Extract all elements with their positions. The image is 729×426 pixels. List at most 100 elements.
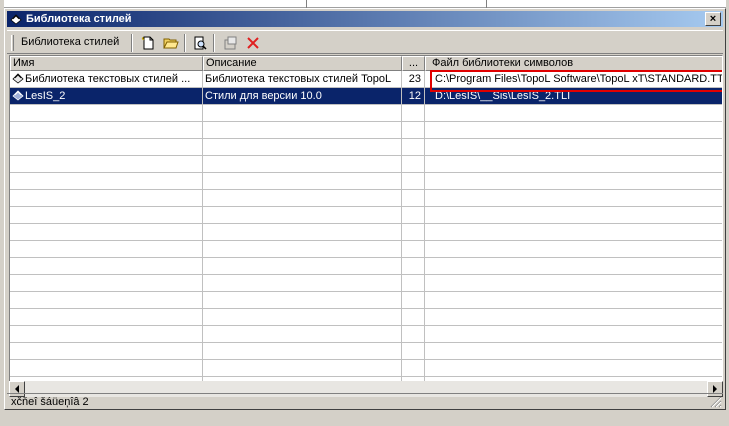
empty-cell [402, 139, 425, 156]
empty-cell [402, 224, 425, 241]
empty-cell [10, 173, 203, 190]
style-library-icon [12, 90, 24, 101]
empty-cell [10, 343, 203, 360]
empty-cell [425, 139, 722, 156]
status-text: xčňeî šáüeņîâ 2 [11, 396, 89, 408]
style-library-window: Библиотека стилей × Библиотека стилей Им… [4, 8, 726, 410]
column-header-description[interactable]: Описание [203, 56, 402, 71]
empty-cell [402, 241, 425, 258]
empty-cell [203, 224, 402, 241]
empty-table-row [10, 275, 722, 292]
properties-icon [224, 36, 237, 50]
background-divider [306, 0, 307, 8]
preview-button[interactable] [190, 34, 210, 52]
new-button[interactable] [138, 34, 158, 52]
column-header-name[interactable]: Имя [10, 56, 203, 71]
delete-icon [247, 37, 259, 49]
empty-table-row [10, 105, 722, 122]
style-library-icon [12, 73, 24, 84]
empty-cell [203, 292, 402, 309]
empty-table-row [10, 156, 722, 173]
empty-cell [425, 241, 722, 258]
empty-cell [203, 309, 402, 326]
empty-cell [10, 275, 203, 292]
empty-cell [425, 207, 722, 224]
empty-table-row [10, 360, 722, 377]
empty-table-row [10, 292, 722, 309]
arrow-right-icon [713, 385, 717, 393]
empty-cell [203, 258, 402, 275]
empty-table-row [10, 139, 722, 156]
cell-name: LesIS_2 [10, 88, 203, 105]
empty-cell [402, 360, 425, 377]
empty-table-row [10, 258, 722, 275]
style-library-table[interactable]: Имя Описание ... Файл библиотеки символо… [9, 55, 723, 389]
empty-cell [10, 139, 203, 156]
empty-cell [425, 156, 722, 173]
empty-cell [10, 241, 203, 258]
empty-cell [425, 309, 722, 326]
empty-cell [203, 105, 402, 122]
empty-table-row [10, 224, 722, 241]
close-button[interactable]: × [705, 12, 721, 26]
empty-cell [425, 258, 722, 275]
empty-table-row [10, 241, 722, 258]
empty-cell [425, 292, 722, 309]
toolbar-separator [213, 34, 215, 52]
column-header-count[interactable]: ... [402, 56, 425, 71]
empty-cell [10, 207, 203, 224]
status-bar: xčňeî šáüeņîâ 2 [7, 393, 723, 409]
toolbar-grip[interactable] [11, 35, 14, 51]
empty-cell [425, 275, 722, 292]
preview-icon [194, 36, 207, 50]
cell-count: 23 [402, 71, 425, 88]
open-button[interactable] [161, 34, 181, 52]
empty-cell [203, 122, 402, 139]
empty-table-row [10, 326, 722, 343]
empty-cell [402, 122, 425, 139]
empty-cell [203, 173, 402, 190]
empty-cell [203, 207, 402, 224]
empty-cell [402, 190, 425, 207]
empty-cell [10, 360, 203, 377]
empty-cell [10, 105, 203, 122]
empty-cell [402, 156, 425, 173]
empty-cell [203, 343, 402, 360]
empty-cell [402, 292, 425, 309]
row-name-text: LesIS_2 [25, 90, 66, 102]
background-app-strip [0, 0, 729, 8]
window-title: Библиотека стилей [26, 13, 132, 25]
empty-cell [402, 326, 425, 343]
empty-cell [203, 139, 402, 156]
empty-cell [425, 190, 722, 207]
delete-button[interactable] [243, 34, 263, 52]
empty-cell [402, 343, 425, 360]
toolbar-label: Библиотека стилей [21, 36, 120, 48]
empty-cell [10, 156, 203, 173]
new-document-icon [141, 36, 154, 50]
empty-cell [10, 326, 203, 343]
properties-button[interactable] [220, 34, 240, 52]
empty-cell [402, 173, 425, 190]
empty-cell [425, 173, 722, 190]
table-header: Имя Описание ... Файл библиотеки символо… [10, 56, 722, 71]
empty-cell [425, 343, 722, 360]
empty-table-row [10, 343, 722, 360]
empty-cell [402, 309, 425, 326]
empty-table-row [10, 122, 722, 139]
empty-cell [402, 258, 425, 275]
empty-cell [402, 275, 425, 292]
empty-cell [10, 224, 203, 241]
column-header-file[interactable]: Файл библиотеки символов [425, 56, 722, 71]
empty-cell [402, 207, 425, 224]
empty-cell [402, 105, 425, 122]
arrow-left-icon [15, 385, 19, 393]
toolbar: Библиотека стилей [7, 30, 723, 54]
empty-table-row [10, 190, 722, 207]
resize-grip-icon[interactable] [710, 396, 722, 408]
empty-cell [203, 326, 402, 343]
title-bar[interactable]: Библиотека стилей × [7, 11, 723, 27]
empty-cell [425, 122, 722, 139]
empty-cell [10, 292, 203, 309]
empty-cell [10, 258, 203, 275]
